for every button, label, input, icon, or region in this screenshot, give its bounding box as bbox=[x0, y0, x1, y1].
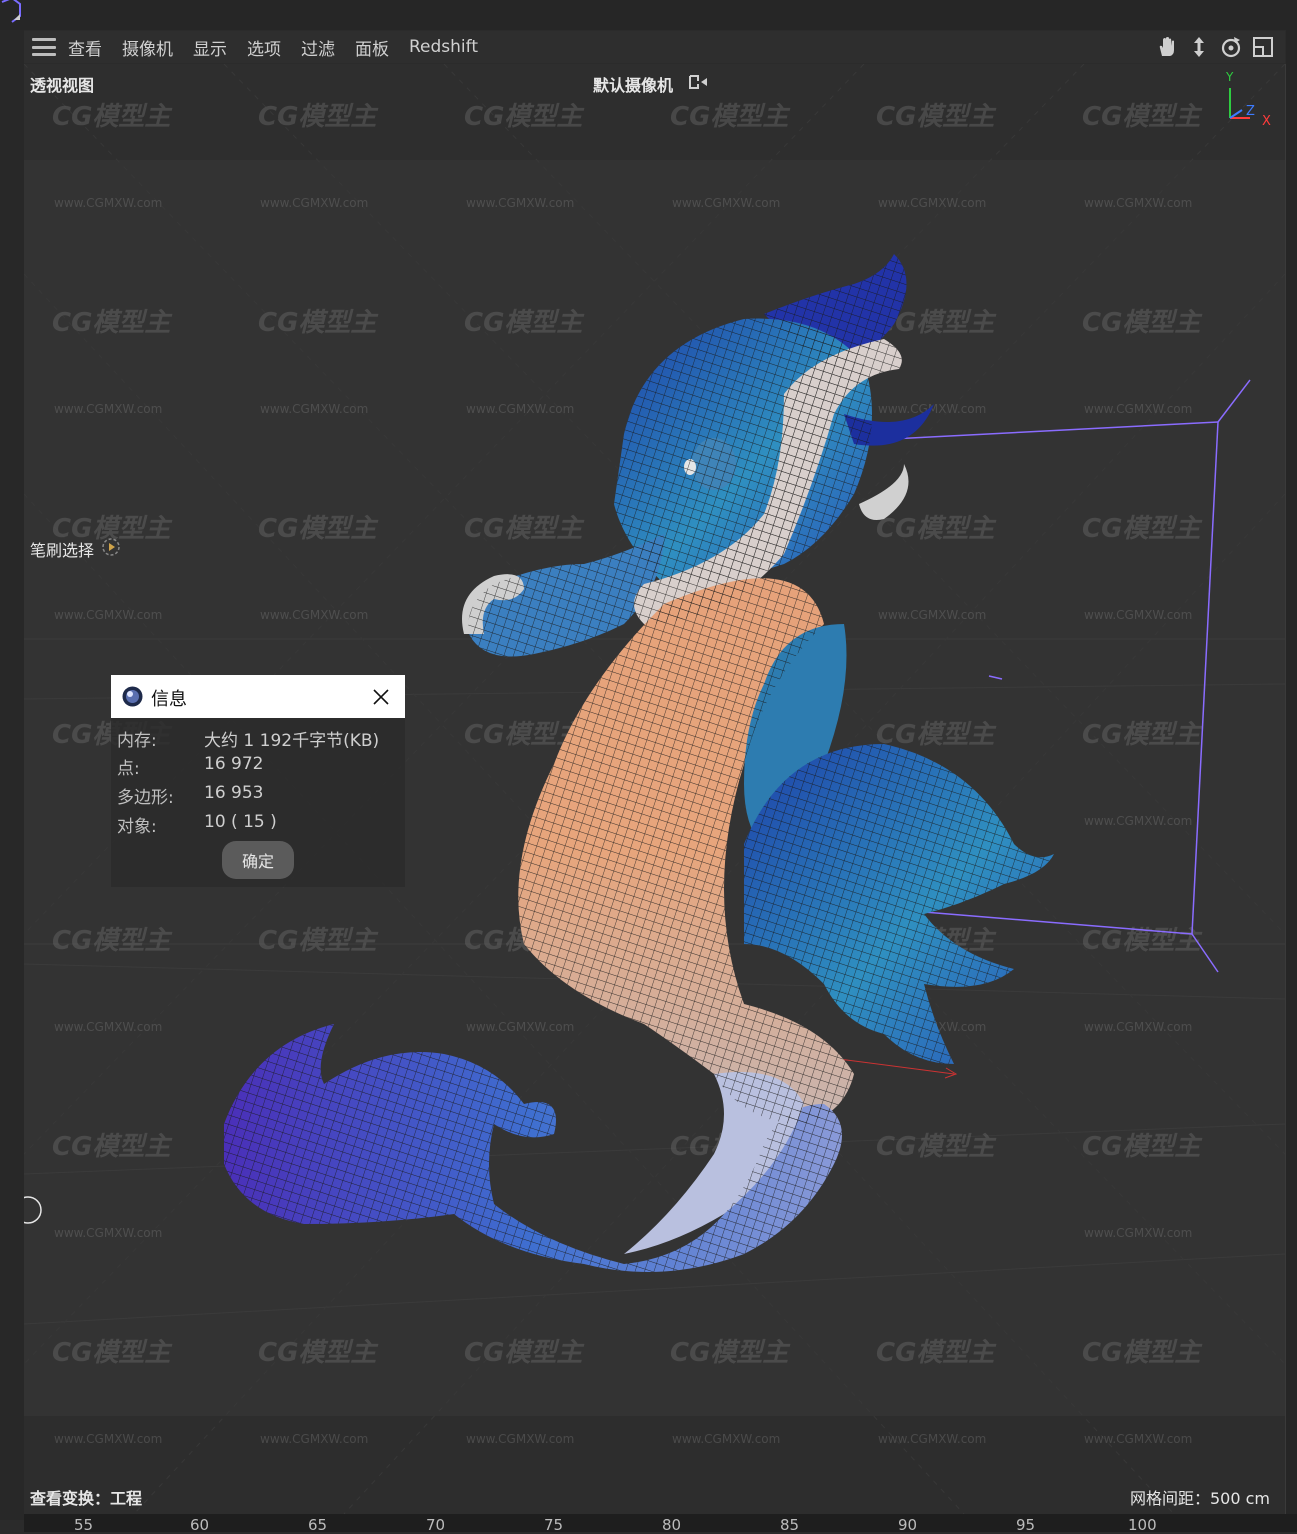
menu-display[interactable]: 显示 bbox=[193, 35, 227, 60]
ruler-tick: 85 bbox=[780, 1516, 800, 1534]
menu-view[interactable]: 查看 bbox=[68, 35, 102, 60]
ruler-tick: 60 bbox=[190, 1516, 210, 1534]
brush-select-icon[interactable] bbox=[100, 536, 122, 558]
ruler-tick: 70 bbox=[426, 1516, 446, 1534]
axis-z-label: Z bbox=[1246, 104, 1255, 119]
ok-button[interactable]: 确定 bbox=[222, 841, 294, 879]
close-icon[interactable] bbox=[367, 683, 395, 711]
left-panel-strip bbox=[0, 30, 24, 1520]
pan-hand-icon[interactable] bbox=[1155, 35, 1179, 59]
ruler-tick: 65 bbox=[308, 1516, 328, 1534]
info-objects-value: 10 ( 15 ) bbox=[204, 812, 277, 832]
info-dialog: 信息 内存: 大约 1 192千字节(KB) 点: 16 972 多边形: 16… bbox=[111, 675, 405, 887]
info-memory-value: 大约 1 192千字节(KB) bbox=[204, 731, 380, 751]
ruler-tick: 90 bbox=[898, 1516, 918, 1534]
view-name-label[interactable]: 透视视图 bbox=[30, 72, 94, 96]
info-points-value: 16 972 bbox=[204, 754, 264, 774]
rotate-view-icon[interactable] bbox=[1219, 35, 1243, 59]
cube-tool-icon[interactable] bbox=[0, 0, 22, 26]
menu-panel[interactable]: 面板 bbox=[355, 35, 389, 60]
info-memory-label: 内存: bbox=[117, 731, 157, 751]
camera-icon[interactable] bbox=[688, 73, 710, 91]
camera-name-label[interactable]: 默认摄像机 bbox=[593, 72, 673, 96]
info-points-label: 点: bbox=[117, 759, 140, 779]
menu-filter[interactable]: 过滤 bbox=[301, 35, 335, 60]
info-polygons-value: 16 953 bbox=[204, 783, 264, 803]
top-strip bbox=[0, 0, 1297, 30]
right-panel-strip bbox=[1286, 30, 1297, 1514]
ruler-tick: 55 bbox=[74, 1516, 94, 1534]
cinema4d-logo-icon bbox=[122, 686, 143, 707]
viewport-menubar: 查看 摄像机 显示 选项 过滤 面板 Redshift bbox=[24, 31, 1285, 63]
axis-x-label: X bbox=[1262, 114, 1271, 129]
info-objects-label: 对象: bbox=[117, 817, 157, 837]
menu-redshift[interactable]: Redshift bbox=[409, 37, 478, 57]
info-dialog-titlebar: 信息 bbox=[111, 675, 405, 718]
brush-select-label[interactable]: 笔刷选择 bbox=[30, 537, 94, 561]
brush-cursor-circle bbox=[24, 1196, 42, 1224]
axis-y-label: Y bbox=[1226, 70, 1234, 84]
info-dialog-title: 信息 bbox=[151, 689, 187, 710]
info-polygons-label: 多边形: bbox=[117, 788, 174, 808]
maximize-view-icon[interactable] bbox=[1251, 35, 1275, 59]
view-transform-label: 查看变换：工程 bbox=[30, 1489, 143, 1508]
ruler-tick: 100 bbox=[1128, 1516, 1157, 1534]
timeline-ruler[interactable]: 55 60 65 70 75 80 85 90 95 100 bbox=[24, 1514, 1297, 1534]
grid-spacing-label: 网格间距：500 cm bbox=[1130, 1489, 1271, 1508]
menu-camera[interactable]: 摄像机 bbox=[122, 35, 173, 60]
ruler-tick: 95 bbox=[1016, 1516, 1036, 1534]
ruler-tick: 75 bbox=[544, 1516, 564, 1534]
ruler-tick: 80 bbox=[662, 1516, 682, 1534]
move-arrows-icon[interactable] bbox=[1187, 35, 1211, 59]
menu-options[interactable]: 选项 bbox=[247, 35, 281, 60]
hamburger-menu-icon[interactable] bbox=[32, 38, 56, 56]
